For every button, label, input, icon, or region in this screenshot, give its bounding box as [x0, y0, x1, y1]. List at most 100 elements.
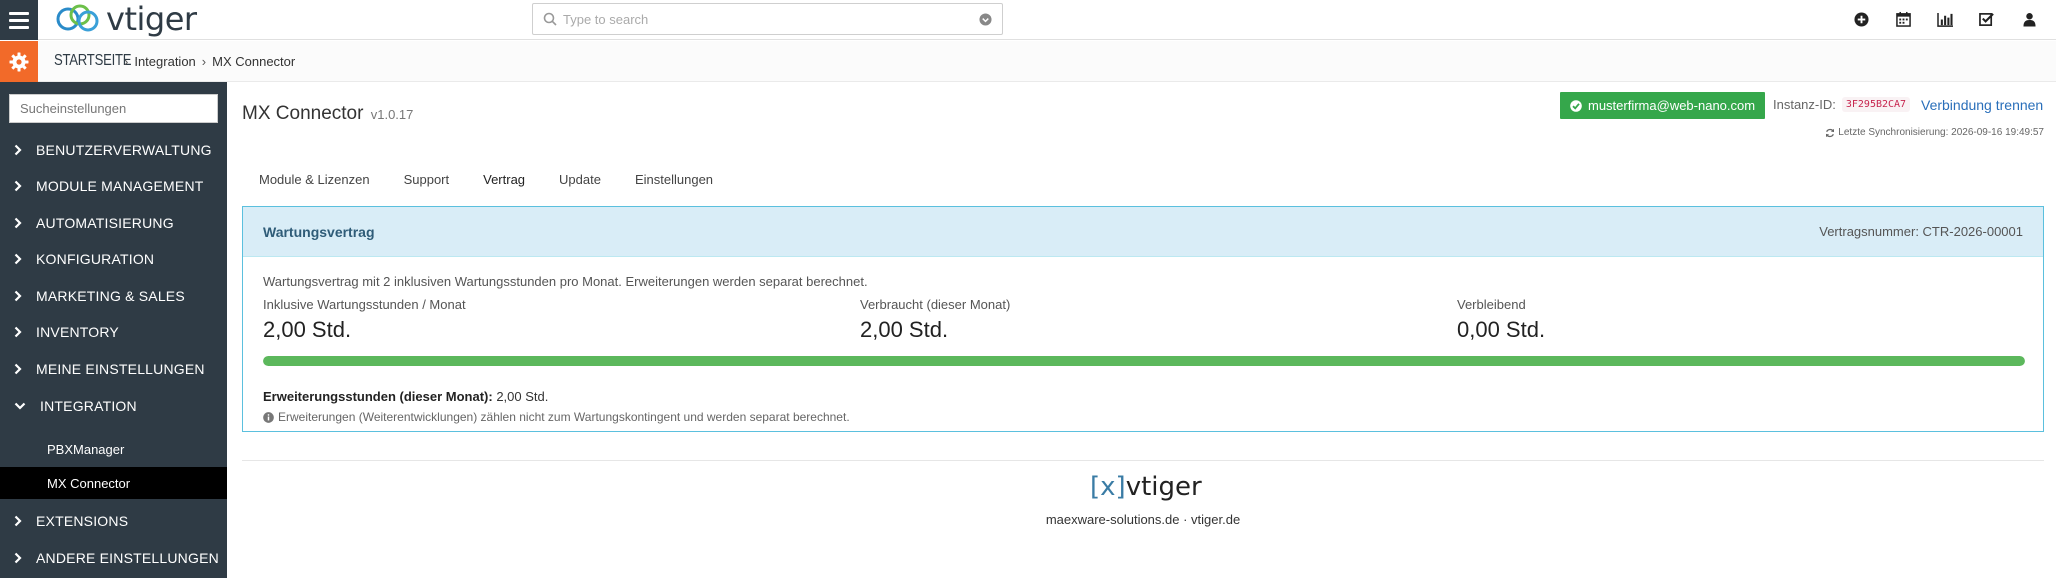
sidebar-item-extensions[interactable]: EXTENSIONS [0, 506, 227, 536]
settings-search-input[interactable] [9, 94, 218, 123]
instance-id-value: 3F295B2CA7 [1841, 97, 1911, 112]
extension-note: Erweiterungen (Weiterentwicklungen) zähl… [263, 410, 850, 424]
chevron-right-icon [0, 144, 36, 156]
sidebar-item-label: AUTOMATISIERUNG [36, 215, 174, 231]
breadcrumb: › Integration › MX Connector [124, 54, 295, 69]
stat-verbraucht: Verbraucht (dieser Monat) 2,00 Std. [860, 297, 1010, 343]
contract-number: Vertragsnummer: CTR-2026-00001 [1819, 224, 2023, 239]
contract-title: Wartungsvertrag [263, 224, 375, 240]
footer-divider [242, 460, 2044, 461]
usage-progress-fill [263, 356, 2025, 366]
tab-vertrag[interactable]: Vertrag [466, 164, 542, 194]
settings-sidebar: BENUTZERVERWALTUNG MODULE MANAGEMENT AUT… [0, 82, 227, 578]
extension-note-text: Erweiterungen (Weiterentwicklungen) zähl… [278, 410, 850, 424]
sidebar-item-konfiguration[interactable]: KONFIGURATION [0, 244, 227, 274]
account-email: musterfirma@web-nano.com [1588, 98, 1756, 113]
sidebar-item-label: MARKETING & SALES [36, 288, 185, 304]
contract-panel-header: Wartungsvertrag Vertragsnummer: CTR-2026… [243, 207, 2043, 257]
footer-logo-text: vtiger [1125, 472, 1202, 502]
calendar-icon[interactable] [1882, 0, 1924, 38]
user-icon[interactable] [2008, 0, 2050, 38]
chevron-right-icon [0, 363, 36, 375]
logo-text: vtiger [106, 0, 197, 38]
sidebar-subitem-mx-connector[interactable]: MX Connector [0, 467, 227, 499]
footer-links[interactable]: maexware-solutions.de · vtiger.de [242, 512, 2044, 527]
last-sync-text: Letzte Synchronisierung: 2026-09-16 19:4… [1838, 127, 2044, 138]
sidebar-subitem-pbxmanager[interactable]: PBXManager [0, 433, 227, 465]
refresh-icon [1826, 128, 1835, 137]
breadcrumb-item-integration[interactable]: Integration [134, 54, 195, 69]
sidebar-item-label: KONFIGURATION [36, 251, 155, 267]
sidebar-item-label: ANDERE EINSTELLUNGEN [36, 550, 219, 566]
check-circle-icon [1570, 99, 1582, 112]
extension-hours-label: Erweiterungsstunden (dieser Monat): [263, 389, 493, 404]
chevron-right-icon [0, 180, 36, 192]
breadcrumb-bar: STARTSEITE › Integration › MX Connector [0, 41, 2056, 82]
tab-support[interactable]: Support [387, 164, 467, 194]
sidebar-item-integration[interactable]: INTEGRATION [0, 391, 227, 421]
version-label: v1.0.17 [370, 107, 414, 122]
stat-verbleibend: Verbleibend 0,00 Std. [1457, 297, 1545, 343]
contract-description: Wartungsvertrag mit 2 inklusiven Wartung… [263, 274, 868, 289]
sidebar-item-label: EXTENSIONS [36, 513, 129, 529]
reports-chart-icon[interactable] [1924, 0, 1966, 38]
sidebar-item-module-management[interactable]: MODULE MANAGEMENT [0, 171, 227, 201]
main-content: MX Connector v1.0.17 musterfirma@web-nan… [242, 82, 2044, 578]
tab-module-lizenzen[interactable]: Module & Lizenzen [242, 164, 387, 194]
global-search[interactable] [532, 3, 1003, 35]
vtiger-logo[interactable]: vtiger [54, 2, 197, 36]
stat-inklusive-stunden: Inklusive Wartungsstunden / Monat 2,00 S… [263, 297, 466, 343]
settings-gear-icon[interactable] [0, 41, 38, 82]
breadcrumb-home[interactable]: STARTSEITE [54, 52, 132, 70]
tab-bar: Module & Lizenzen Support Vertrag Update… [242, 164, 730, 194]
breadcrumb-chevron-icon: › [124, 54, 129, 69]
tasks-checkbox-icon[interactable] [1966, 0, 2008, 38]
stat-value: 2,00 Std. [860, 317, 949, 342]
chevron-down-icon [0, 402, 40, 410]
page-title: MX Connector v1.0.17 [242, 103, 413, 125]
extension-hours-value: 2,00 Std. [496, 389, 549, 404]
sidebar-item-label: MODULE MANAGEMENT [36, 178, 204, 194]
chevron-right-icon [0, 253, 36, 265]
tab-update[interactable]: Update [542, 164, 618, 194]
top-bar: vtiger [0, 0, 2056, 40]
extension-hours: Erweiterungsstunden (dieser Monat): 2,00… [263, 389, 548, 404]
contract-panel: Wartungsvertrag Vertragsnummer: CTR-2026… [242, 206, 2044, 432]
sidebar-item-label: BENUTZERVERWALTUNG [36, 142, 212, 158]
instance-id: Instanz-ID: 3F295B2CA7 [1773, 97, 1911, 112]
sidebar-item-label: MEINE EINSTELLUNGEN [36, 361, 205, 377]
chevron-right-icon [0, 290, 36, 302]
stat-value: 2,00 Std. [263, 317, 352, 342]
sidebar-item-inventory[interactable]: INVENTORY [0, 317, 227, 347]
search-input[interactable] [563, 6, 963, 32]
sidebar-subitem-label: PBXManager [47, 441, 125, 457]
usage-progress-bar [263, 356, 2025, 366]
stat-label: Inklusive Wartungsstunden / Monat [263, 297, 466, 312]
add-icon[interactable] [1840, 0, 1882, 38]
menu-icon[interactable] [0, 0, 38, 40]
sidebar-item-andere-einstellungen[interactable]: ANDERE EINSTELLUNGEN [0, 543, 227, 573]
sidebar-subitem-label: MX Connector [47, 475, 131, 491]
breadcrumb-chevron-icon: › [201, 54, 207, 69]
page-title-text: MX Connector [242, 103, 364, 124]
chevron-down-circle-icon[interactable] [979, 13, 992, 26]
tab-einstellungen[interactable]: Einstellungen [618, 164, 730, 194]
top-actions [1840, 0, 2050, 38]
stat-label: Verbleibend [1457, 297, 1526, 312]
info-circle-icon [263, 411, 274, 423]
footer-logo-bracket: [x] [1090, 472, 1126, 502]
chevron-right-icon [0, 515, 36, 527]
sidebar-item-automatisierung[interactable]: AUTOMATISIERUNG [0, 208, 227, 238]
search-icon [543, 12, 557, 26]
breadcrumb-item-mx-connector: MX Connector [212, 54, 296, 69]
sidebar-item-benutzerverwaltung[interactable]: BENUTZERVERWALTUNG [0, 135, 227, 165]
chevron-right-icon [0, 217, 36, 229]
sidebar-item-marketing-sales[interactable]: MARKETING & SALES [0, 281, 227, 311]
instance-id-label: Instanz-ID: [1773, 97, 1836, 112]
chevron-right-icon [0, 552, 36, 564]
stat-value: 0,00 Std. [1457, 317, 1546, 342]
disconnect-link[interactable]: Verbindung trennen [1921, 97, 2043, 113]
sidebar-item-meine-einstellungen[interactable]: MEINE EINSTELLUNGEN [0, 354, 227, 384]
chevron-right-icon [0, 326, 36, 338]
vtiger-logo-mark-icon [56, 4, 99, 32]
